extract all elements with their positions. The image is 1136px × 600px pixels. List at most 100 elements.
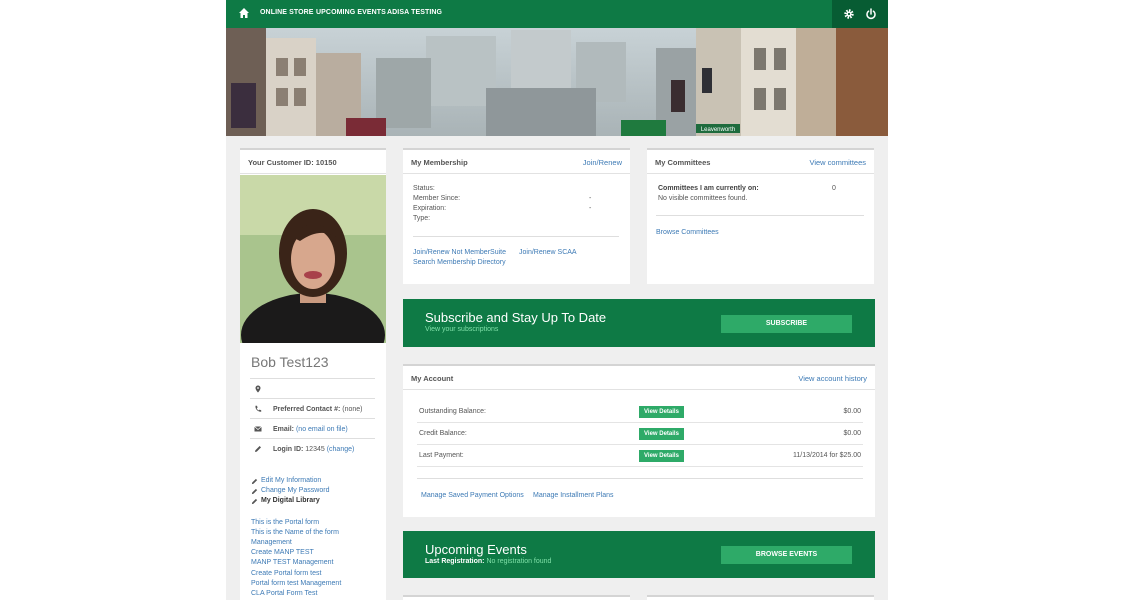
nav-online-store[interactable]: ONLINE STORE [260,9,314,16]
form-link[interactable]: Create MANP TEST [251,549,314,556]
customer-id-label: Your Customer ID: 10150 [248,158,337,167]
login-change-link[interactable]: (change) [327,446,355,453]
account-divider [417,478,863,479]
login-row: Login ID: 12345 (change) [250,438,375,458]
account-row-amount: $0.00 [843,408,861,415]
preferred-contact-value: (none) [342,406,363,413]
portal-page: ONLINE STORE UPCOMING EVENTS ADISA TESTI… [226,0,888,600]
form-link[interactable]: This is the Name of the form [251,529,339,536]
form-link[interactable]: Management [251,539,292,546]
expiration-value: - [589,205,592,212]
last-registration-label: Last Registration: [425,558,485,565]
pencil-icon [251,478,258,485]
account-row-amount: 11/13/2014 for $25.00 [793,452,861,459]
join-renew-not-membersuite-link[interactable]: Join/Renew Not MemberSuite [413,249,506,256]
join-renew-link[interactable]: Join/Renew [583,158,622,167]
account-card: My Account View account history Outstand… [403,364,875,517]
power-icon[interactable] [865,8,877,20]
form-link[interactable]: This is the Portal form [251,519,319,526]
form-link[interactable]: Portal form test Management [251,580,341,587]
profile-name: Bob Test123 [251,354,329,370]
membership-status-label: Status: [413,185,435,192]
membership-divider [413,236,619,237]
lower-card-left [403,595,630,600]
account-row-outstanding: Outstanding Balance: View Details $0.00 [417,401,863,423]
no-committees-text: No visible committees found. [658,195,748,202]
nav-utility-box [832,0,888,28]
committees-card-header: My Committees View committees [647,150,874,174]
account-row-credit: Credit Balance: View Details $0.00 [417,423,863,445]
edit-my-information-link[interactable]: Edit My Information [261,477,321,484]
phone-icon [255,405,262,412]
pencil-icon [251,498,258,505]
form-link[interactable]: Create Portal form test [251,570,321,577]
form-link[interactable]: MANP TEST Management [251,559,333,566]
account-title: My Account [411,374,454,383]
upcoming-events-banner: Upcoming Events Last Registration: No re… [403,531,875,578]
top-nav: ONLINE STORE UPCOMING EVENTS ADISA TESTI… [226,0,888,28]
preferred-contact-label: Preferred Contact #: [273,406,341,413]
street-sign-text: Leavenworth [701,127,735,133]
committees-current-count: 0 [832,185,836,192]
browse-committees-link[interactable]: Browse Committees [656,229,719,236]
account-row-label: Outstanding Balance: [419,408,486,415]
preferred-contact-row: Preferred Contact #: (none) [250,398,375,418]
envelope-icon [254,426,262,432]
account-row-label: Credit Balance: [419,430,467,437]
my-digital-library-link[interactable]: My Digital Library [261,497,320,504]
member-since-value: - [589,195,592,202]
subscribe-banner: Subscribe and Stay Up To Date View your … [403,299,875,347]
subscribe-button[interactable]: SUBSCRIBE [721,315,852,333]
email-label: Email: [273,426,295,433]
login-label: Login ID: [273,446,304,453]
membership-card-header: My Membership Join/Renew [403,150,630,174]
pencil-icon [255,446,261,452]
browse-events-button[interactable]: BROWSE EVENTS [721,546,852,564]
expiration-label: Expiration: [413,205,447,212]
last-registration-line: Last Registration: No registration found [425,558,551,565]
view-details-button[interactable]: View Details [639,406,684,418]
header-banner-image: Leavenworth [226,28,888,136]
email-row: Email: (no email on file) [250,418,375,438]
last-registration-value: No registration found [486,558,552,565]
home-icon[interactable] [238,7,250,19]
view-details-button[interactable]: View Details [639,450,684,462]
map-marker-icon [255,385,261,393]
search-membership-directory-link[interactable]: Search Membership Directory [413,259,506,266]
city-street-illustration: Leavenworth [226,28,888,136]
view-details-button[interactable]: View Details [639,428,684,440]
member-since-label: Member Since: [413,195,461,202]
committees-current-label: Committees I am currently on: [658,185,759,192]
nav-upcoming-events[interactable]: UPCOMING EVENTS [316,9,386,16]
profile-card: Your Customer ID: 10150 Bob Test123 Pref… [240,148,386,600]
manage-installment-plans-link[interactable]: Manage Installment Plans [533,492,614,499]
committees-divider [656,215,864,216]
account-card-header: My Account View account history [403,366,875,390]
lower-card-right [647,595,874,600]
gear-icon[interactable] [843,8,855,20]
view-committees-link[interactable]: View committees [809,158,866,167]
account-row-last-payment: Last Payment: View Details 11/13/2014 fo… [417,445,863,467]
nav-adisa-testing[interactable]: ADISA TESTING [387,9,442,16]
view-subscriptions-link[interactable]: View your subscriptions [425,326,498,333]
membership-card: My Membership Join/Renew Status: Member … [403,148,630,284]
location-row [250,378,375,398]
profile-card-header: Your Customer ID: 10150 [240,150,386,174]
membership-title: My Membership [411,158,468,167]
change-my-password-link[interactable]: Change My Password [261,487,329,494]
email-value-link[interactable]: (no email on file) [296,426,348,433]
login-value: 12345 [305,446,325,453]
subscribe-title: Subscribe and Stay Up To Date [425,310,607,325]
view-account-history-link[interactable]: View account history [798,374,867,383]
profile-photo [240,175,386,343]
committees-title: My Committees [655,158,711,167]
manage-saved-payment-options-link[interactable]: Manage Saved Payment Options [421,492,524,499]
pencil-icon [251,488,258,495]
account-row-label: Last Payment: [419,452,464,459]
membership-type-label: Type: [413,215,431,222]
upcoming-events-title: Upcoming Events [425,542,527,557]
join-renew-scaa-link[interactable]: Join/Renew SCAA [519,249,577,256]
committees-card: My Committees View committees Committees… [647,148,874,284]
account-row-amount: $0.00 [843,430,861,437]
form-link[interactable]: CLA Portal Form Test [251,590,317,597]
